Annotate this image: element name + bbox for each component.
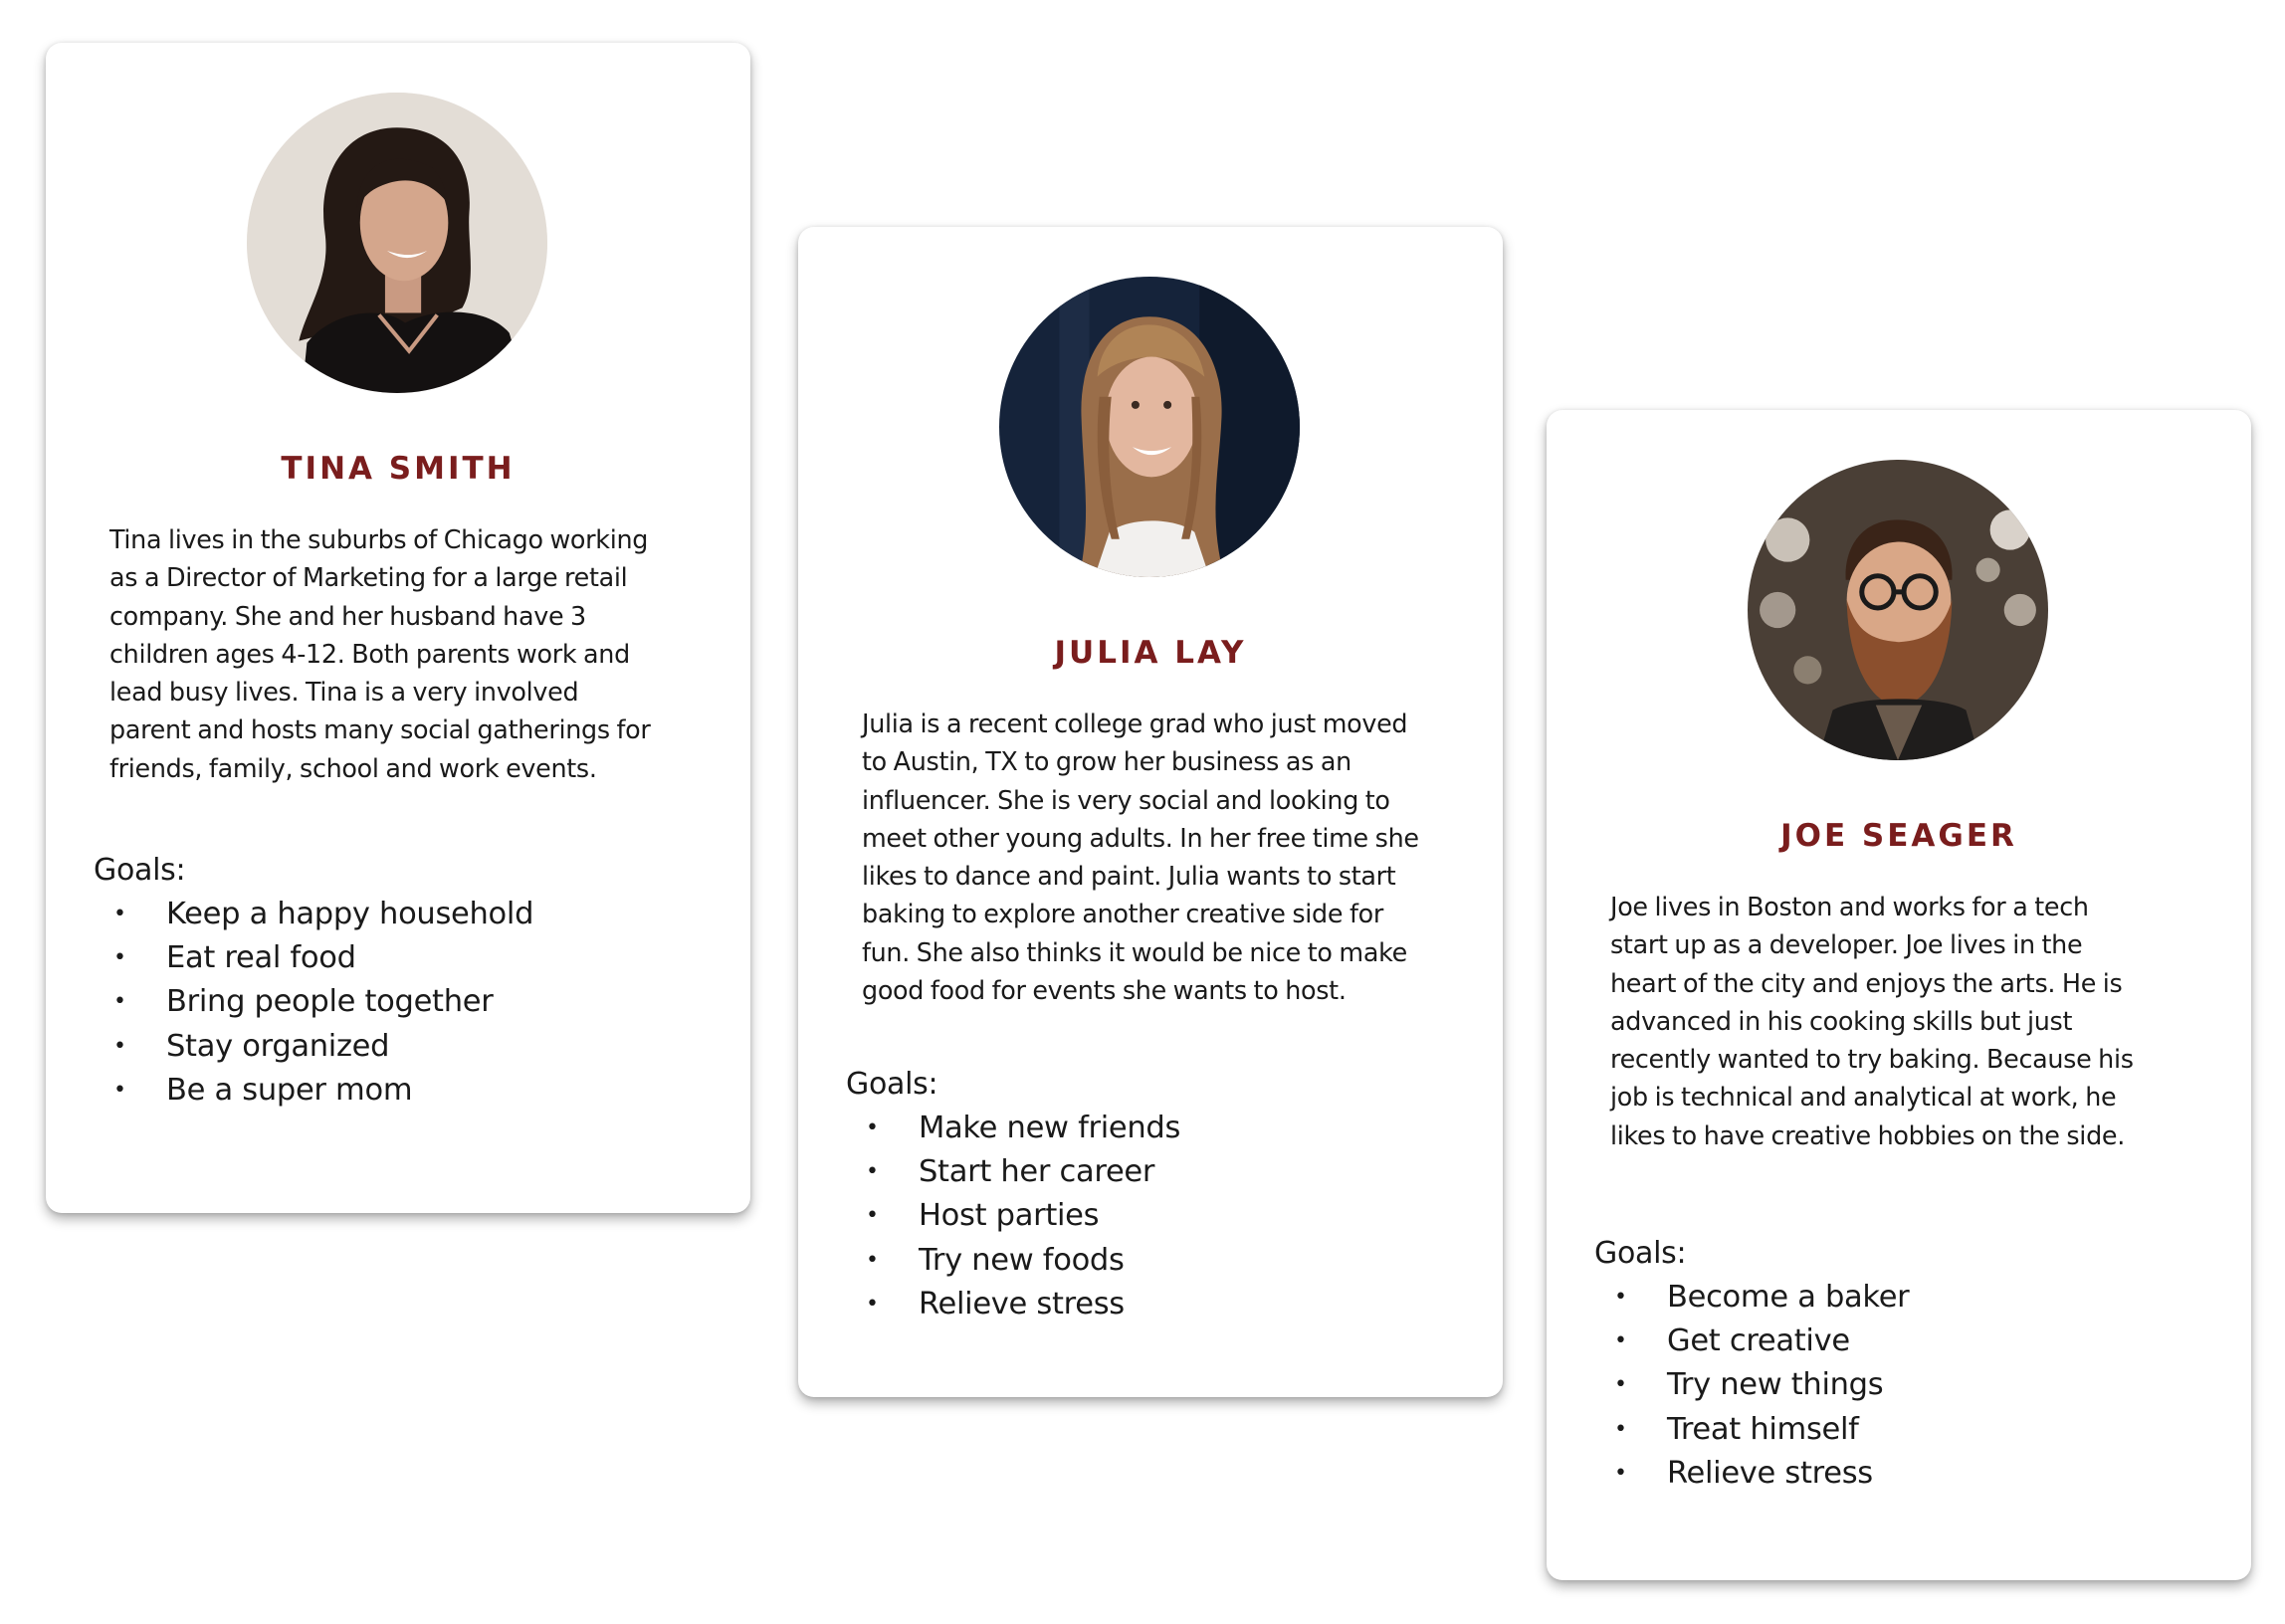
bullet-icon: • — [866, 1247, 879, 1273]
bio-line: fun. She also thinks it would be nice to… — [862, 936, 1407, 967]
avatar-illustration — [999, 277, 1300, 577]
bio-line: recently wanted to try baking. Because h… — [1610, 1044, 2134, 1075]
bullet-icon: • — [866, 1291, 879, 1317]
goal-text: Treat himself — [1667, 1411, 1859, 1447]
bullet-icon: • — [866, 1159, 879, 1185]
bio-line: children ages 4-12. Both parents work an… — [109, 638, 630, 669]
bullet-icon: • — [113, 1033, 126, 1059]
bullet-icon: • — [1614, 1285, 1627, 1310]
bio-line: to Austin, TX to grow her business as an — [862, 746, 1351, 777]
persona-card-julia: JULIA LAY Julia is a recent college grad… — [798, 227, 1503, 1397]
persona-name: JULIA LAY — [1054, 635, 1247, 671]
goal-text: Eat real food — [166, 940, 356, 976]
bio-line: Tina lives in the suburbs of Chicago wor… — [109, 524, 649, 554]
bearded-man-portrait-photo — [1748, 460, 2048, 760]
young-woman-portrait-photo — [999, 277, 1300, 577]
bio-line: friends, family, school and work events. — [109, 752, 597, 783]
bullet-icon: • — [113, 1077, 126, 1103]
goals-label: Goals: — [94, 853, 186, 888]
bio-line: heart of the city and enjoys the arts. H… — [1610, 967, 2123, 998]
avatar-illustration — [247, 93, 547, 393]
bio-line: influencer. She is very social and looki… — [862, 784, 1390, 815]
persona-card-joe: JOE SEAGER Joe lives in Boston and works… — [1547, 410, 2251, 1580]
goal-text: Try new foods — [919, 1242, 1125, 1278]
bio-line: parent and hosts many social gatherings … — [109, 714, 651, 745]
bullet-icon: • — [1614, 1328, 1627, 1354]
persona-bio: Joe lives in Boston and works for a tech… — [1610, 888, 2213, 1154]
bullet-icon: • — [113, 902, 126, 926]
bio-line: advanced in his cooking skills but just — [1610, 1005, 2073, 1036]
goals-label: Goals: — [846, 1067, 938, 1102]
bio-line: company. She and her husband have 3 — [109, 600, 586, 631]
goal-text: Bring people together — [166, 984, 494, 1020]
bio-line: job is technical and analytical at work,… — [1610, 1082, 2117, 1113]
bio-line: good food for events she wants to host. — [862, 975, 1347, 1006]
persona-card-tina: TINA SMITH Tina lives in the suburbs of … — [46, 43, 750, 1213]
bio-line: as a Director of Marketing for a large r… — [109, 562, 628, 593]
goal-text: Be a super mom — [166, 1072, 413, 1108]
avatar-illustration — [1748, 460, 2048, 760]
goal-text: Make new friends — [919, 1111, 1181, 1145]
goal-text: Become a baker — [1667, 1280, 1910, 1315]
goal-text: Relieve stress — [919, 1286, 1125, 1321]
goals-label: Goals: — [1594, 1236, 1687, 1271]
bullet-icon: • — [866, 1116, 879, 1140]
woman-portrait-photo — [247, 93, 547, 393]
goal-text: Try new things — [1667, 1367, 1884, 1403]
goal-text: Relieve stress — [1667, 1455, 1873, 1491]
bullet-icon: • — [866, 1203, 879, 1229]
bio-line: likes to dance and paint. Julia wants to… — [862, 861, 1396, 892]
bio-line: likes to have creative hobbies on the si… — [1610, 1119, 2125, 1150]
bio-line: meet other young adults. In her free tim… — [862, 822, 1419, 853]
persona-bio: Tina lives in the suburbs of Chicago wor… — [109, 520, 713, 787]
goal-text: Host parties — [919, 1198, 1100, 1234]
bullet-icon: • — [1614, 1416, 1627, 1442]
bullet-icon: • — [113, 989, 126, 1015]
bio-line: Joe lives in Boston and works for a tech — [1610, 892, 2089, 921]
bio-line: start up as a developer. Joe lives in th… — [1610, 929, 2083, 960]
bullet-icon: • — [113, 945, 126, 971]
bullet-icon: • — [1614, 1372, 1627, 1398]
bio-line: Julia is a recent college grad who just … — [862, 709, 1408, 738]
persona-name: TINA SMITH — [281, 451, 516, 487]
persona-bio: Julia is a recent college grad who just … — [862, 705, 1465, 1009]
persona-name: JOE SEAGER — [1780, 818, 2017, 854]
goal-text: Get creative — [1667, 1323, 1850, 1359]
bio-line: baking to explore another creative side … — [862, 899, 1383, 929]
bio-line: lead busy lives. Tina is a very involved — [109, 677, 579, 708]
bullet-icon: • — [1614, 1460, 1627, 1486]
goal-text: Start her career — [919, 1154, 1155, 1190]
goal-text: Keep a happy household — [166, 897, 534, 931]
goal-text: Stay organized — [166, 1028, 390, 1064]
